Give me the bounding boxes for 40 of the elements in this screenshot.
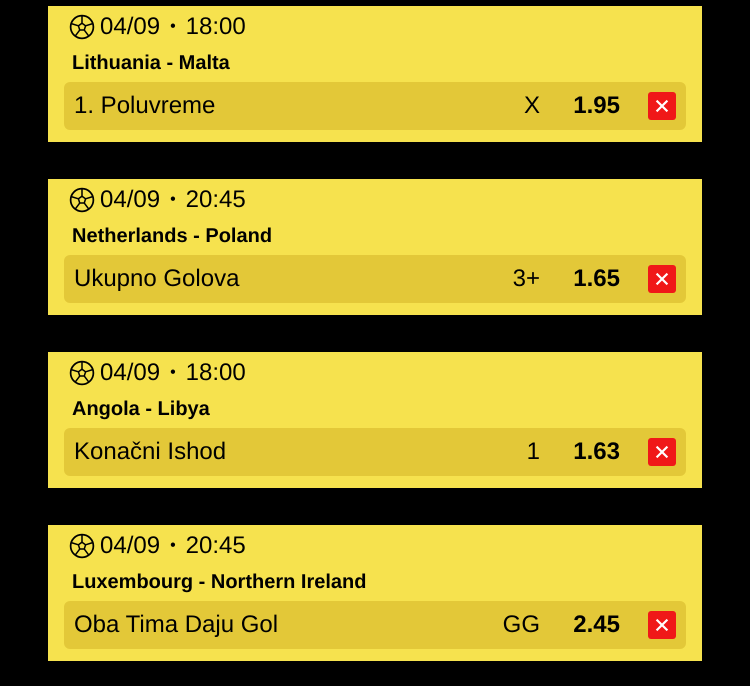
match-time: 20:45 [186,186,246,214]
match-teams: Luxembourg - Northern Ireland [72,571,368,595]
match-time: 18:00 [186,13,246,41]
match-date: 04/09 [100,13,160,41]
match-time: 18:00 [186,359,246,387]
remove-button[interactable] [648,438,676,466]
odds-value: 1.63 [572,438,620,466]
match-teams: Angola - Libya [72,398,211,422]
soccer-ball-icon [69,187,95,213]
match-date: 04/09 [100,186,160,214]
match-time: 20:45 [186,532,246,560]
soccer-ball-icon [69,14,95,40]
market-name: 1. Poluvreme [74,92,216,120]
match-date: 04/09 [100,532,160,560]
separator-dot: • [170,364,176,382]
remove-button[interactable] [648,611,676,639]
odds-value: 1.65 [572,265,620,293]
pick-label: 1 [526,438,540,466]
match-teams: Lithuania - Malta [72,52,231,76]
soccer-ball-icon [69,360,95,386]
market-name: Ukupno Golova [74,265,240,293]
remove-button[interactable] [648,92,676,120]
close-icon [653,616,671,634]
close-icon [653,270,671,288]
odds-value: 1.95 [572,92,620,120]
market-name: Konačni Ishod [74,438,228,466]
pick-label: X [522,92,540,120]
separator-dot: • [170,191,176,209]
close-icon [653,443,671,461]
match-teams: Netherlands - Poland [72,225,274,249]
pick-label: GG [502,611,540,639]
separator-dot: • [170,18,176,36]
soccer-ball-icon [69,533,95,559]
close-icon [653,97,671,115]
odds-value: 2.45 [572,611,620,639]
match-date: 04/09 [100,359,160,387]
market-name: Oba Tima Daju Gol [74,611,280,639]
separator-dot: • [170,537,176,555]
remove-button[interactable] [648,265,676,293]
pick-label: 3+ [512,265,540,293]
